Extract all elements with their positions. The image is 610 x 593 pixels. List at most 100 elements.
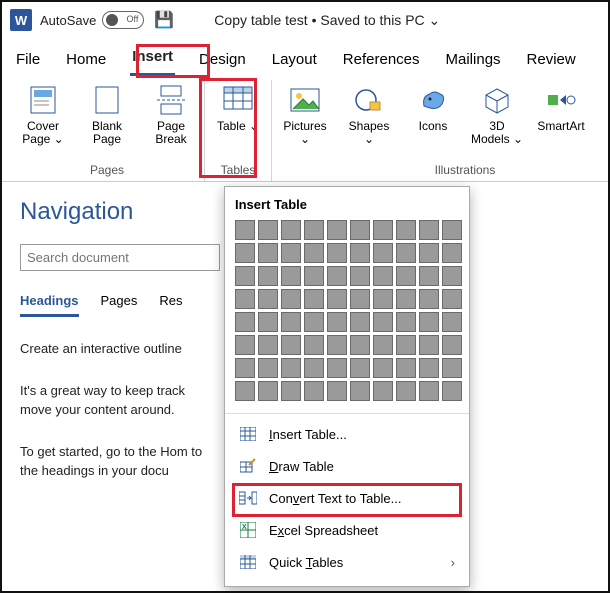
grid-cell[interactable] <box>327 381 347 401</box>
shapes-button[interactable]: Shapes ⌄ <box>342 80 396 163</box>
grid-cell[interactable] <box>396 381 416 401</box>
menu-insert-table[interactable]: Insert Table... <box>235 418 459 450</box>
grid-cell[interactable] <box>258 358 278 378</box>
smartart-button[interactable]: SmartArt <box>534 80 588 163</box>
grid-cell[interactable] <box>419 381 439 401</box>
nav-tab-headings[interactable]: Headings <box>20 293 79 317</box>
grid-cell[interactable] <box>396 243 416 263</box>
save-icon[interactable]: 💾 <box>154 10 174 30</box>
grid-cell[interactable] <box>396 335 416 355</box>
grid-cell[interactable] <box>258 289 278 309</box>
autosave-toggle[interactable]: Off <box>102 11 144 29</box>
grid-cell[interactable] <box>419 335 439 355</box>
grid-cell[interactable] <box>396 312 416 332</box>
menu-convert-text-to-table[interactable]: Convert Text to Table... <box>235 482 459 514</box>
grid-cell[interactable] <box>235 266 255 286</box>
grid-cell[interactable] <box>350 335 370 355</box>
grid-cell[interactable] <box>373 289 393 309</box>
tab-insert[interactable]: Insert <box>130 42 175 76</box>
grid-cell[interactable] <box>442 220 462 240</box>
tab-home[interactable]: Home <box>64 45 108 76</box>
grid-cell[interactable] <box>442 289 462 309</box>
blank-page-button[interactable]: Blank Page <box>80 80 134 163</box>
icons-button[interactable]: Icons <box>406 80 460 163</box>
grid-cell[interactable] <box>235 381 255 401</box>
grid-cell[interactable] <box>258 266 278 286</box>
grid-cell[interactable] <box>419 289 439 309</box>
grid-cell[interactable] <box>442 335 462 355</box>
grid-cell[interactable] <box>235 312 255 332</box>
grid-cell[interactable] <box>373 243 393 263</box>
grid-cell[interactable] <box>327 335 347 355</box>
grid-cell[interactable] <box>304 358 324 378</box>
grid-cell[interactable] <box>442 243 462 263</box>
table-size-grid[interactable] <box>235 220 459 401</box>
nav-tab-pages[interactable]: Pages <box>101 293 138 317</box>
grid-cell[interactable] <box>419 358 439 378</box>
grid-cell[interactable] <box>396 358 416 378</box>
tab-file[interactable]: File <box>14 45 42 76</box>
grid-cell[interactable] <box>419 243 439 263</box>
tab-mailings[interactable]: Mailings <box>444 45 503 76</box>
grid-cell[interactable] <box>281 358 301 378</box>
grid-cell[interactable] <box>373 266 393 286</box>
grid-cell[interactable] <box>327 220 347 240</box>
grid-cell[interactable] <box>258 381 278 401</box>
grid-cell[interactable] <box>350 312 370 332</box>
grid-cell[interactable] <box>396 220 416 240</box>
grid-cell[interactable] <box>235 335 255 355</box>
nav-tab-results[interactable]: Res <box>159 293 182 317</box>
grid-cell[interactable] <box>419 220 439 240</box>
chart-button[interactable]: Chart <box>598 80 610 163</box>
menu-excel-spreadsheet[interactable]: X Excel Spreadsheet <box>235 514 459 546</box>
page-break-button[interactable]: Page Break <box>144 80 198 163</box>
grid-cell[interactable] <box>235 243 255 263</box>
cover-page-button[interactable]: Cover Page ⌄ <box>16 80 70 163</box>
grid-cell[interactable] <box>419 312 439 332</box>
menu-quick-tables[interactable]: Quick Tables › <box>235 546 459 578</box>
grid-cell[interactable] <box>258 312 278 332</box>
grid-cell[interactable] <box>350 266 370 286</box>
grid-cell[interactable] <box>396 289 416 309</box>
grid-cell[interactable] <box>235 358 255 378</box>
tab-review[interactable]: Review <box>525 45 578 76</box>
grid-cell[interactable] <box>304 381 324 401</box>
menu-draw-table[interactable]: Draw Table <box>235 450 459 482</box>
grid-cell[interactable] <box>350 220 370 240</box>
grid-cell[interactable] <box>442 312 462 332</box>
grid-cell[interactable] <box>258 220 278 240</box>
grid-cell[interactable] <box>350 289 370 309</box>
table-button[interactable]: Table ⌄ <box>211 80 265 163</box>
grid-cell[interactable] <box>419 266 439 286</box>
grid-cell[interactable] <box>373 312 393 332</box>
tab-design[interactable]: Design <box>197 45 248 76</box>
grid-cell[interactable] <box>281 289 301 309</box>
grid-cell[interactable] <box>258 335 278 355</box>
grid-cell[interactable] <box>442 266 462 286</box>
grid-cell[interactable] <box>373 381 393 401</box>
grid-cell[interactable] <box>442 381 462 401</box>
grid-cell[interactable] <box>442 358 462 378</box>
grid-cell[interactable] <box>258 243 278 263</box>
pictures-button[interactable]: Pictures ⌄ <box>278 80 332 163</box>
grid-cell[interactable] <box>327 243 347 263</box>
grid-cell[interactable] <box>327 312 347 332</box>
grid-cell[interactable] <box>281 266 301 286</box>
grid-cell[interactable] <box>304 220 324 240</box>
grid-cell[interactable] <box>304 266 324 286</box>
grid-cell[interactable] <box>281 381 301 401</box>
grid-cell[interactable] <box>304 289 324 309</box>
grid-cell[interactable] <box>327 266 347 286</box>
document-title[interactable]: Copy table test • Saved to this PC ⌄ <box>214 12 440 29</box>
3d-models-button[interactable]: 3D Models ⌄ <box>470 80 524 163</box>
grid-cell[interactable] <box>304 312 324 332</box>
tab-references[interactable]: References <box>341 45 422 76</box>
grid-cell[interactable] <box>350 243 370 263</box>
grid-cell[interactable] <box>304 243 324 263</box>
grid-cell[interactable] <box>235 289 255 309</box>
grid-cell[interactable] <box>281 312 301 332</box>
grid-cell[interactable] <box>304 335 324 355</box>
grid-cell[interactable] <box>373 220 393 240</box>
grid-cell[interactable] <box>235 220 255 240</box>
grid-cell[interactable] <box>350 358 370 378</box>
